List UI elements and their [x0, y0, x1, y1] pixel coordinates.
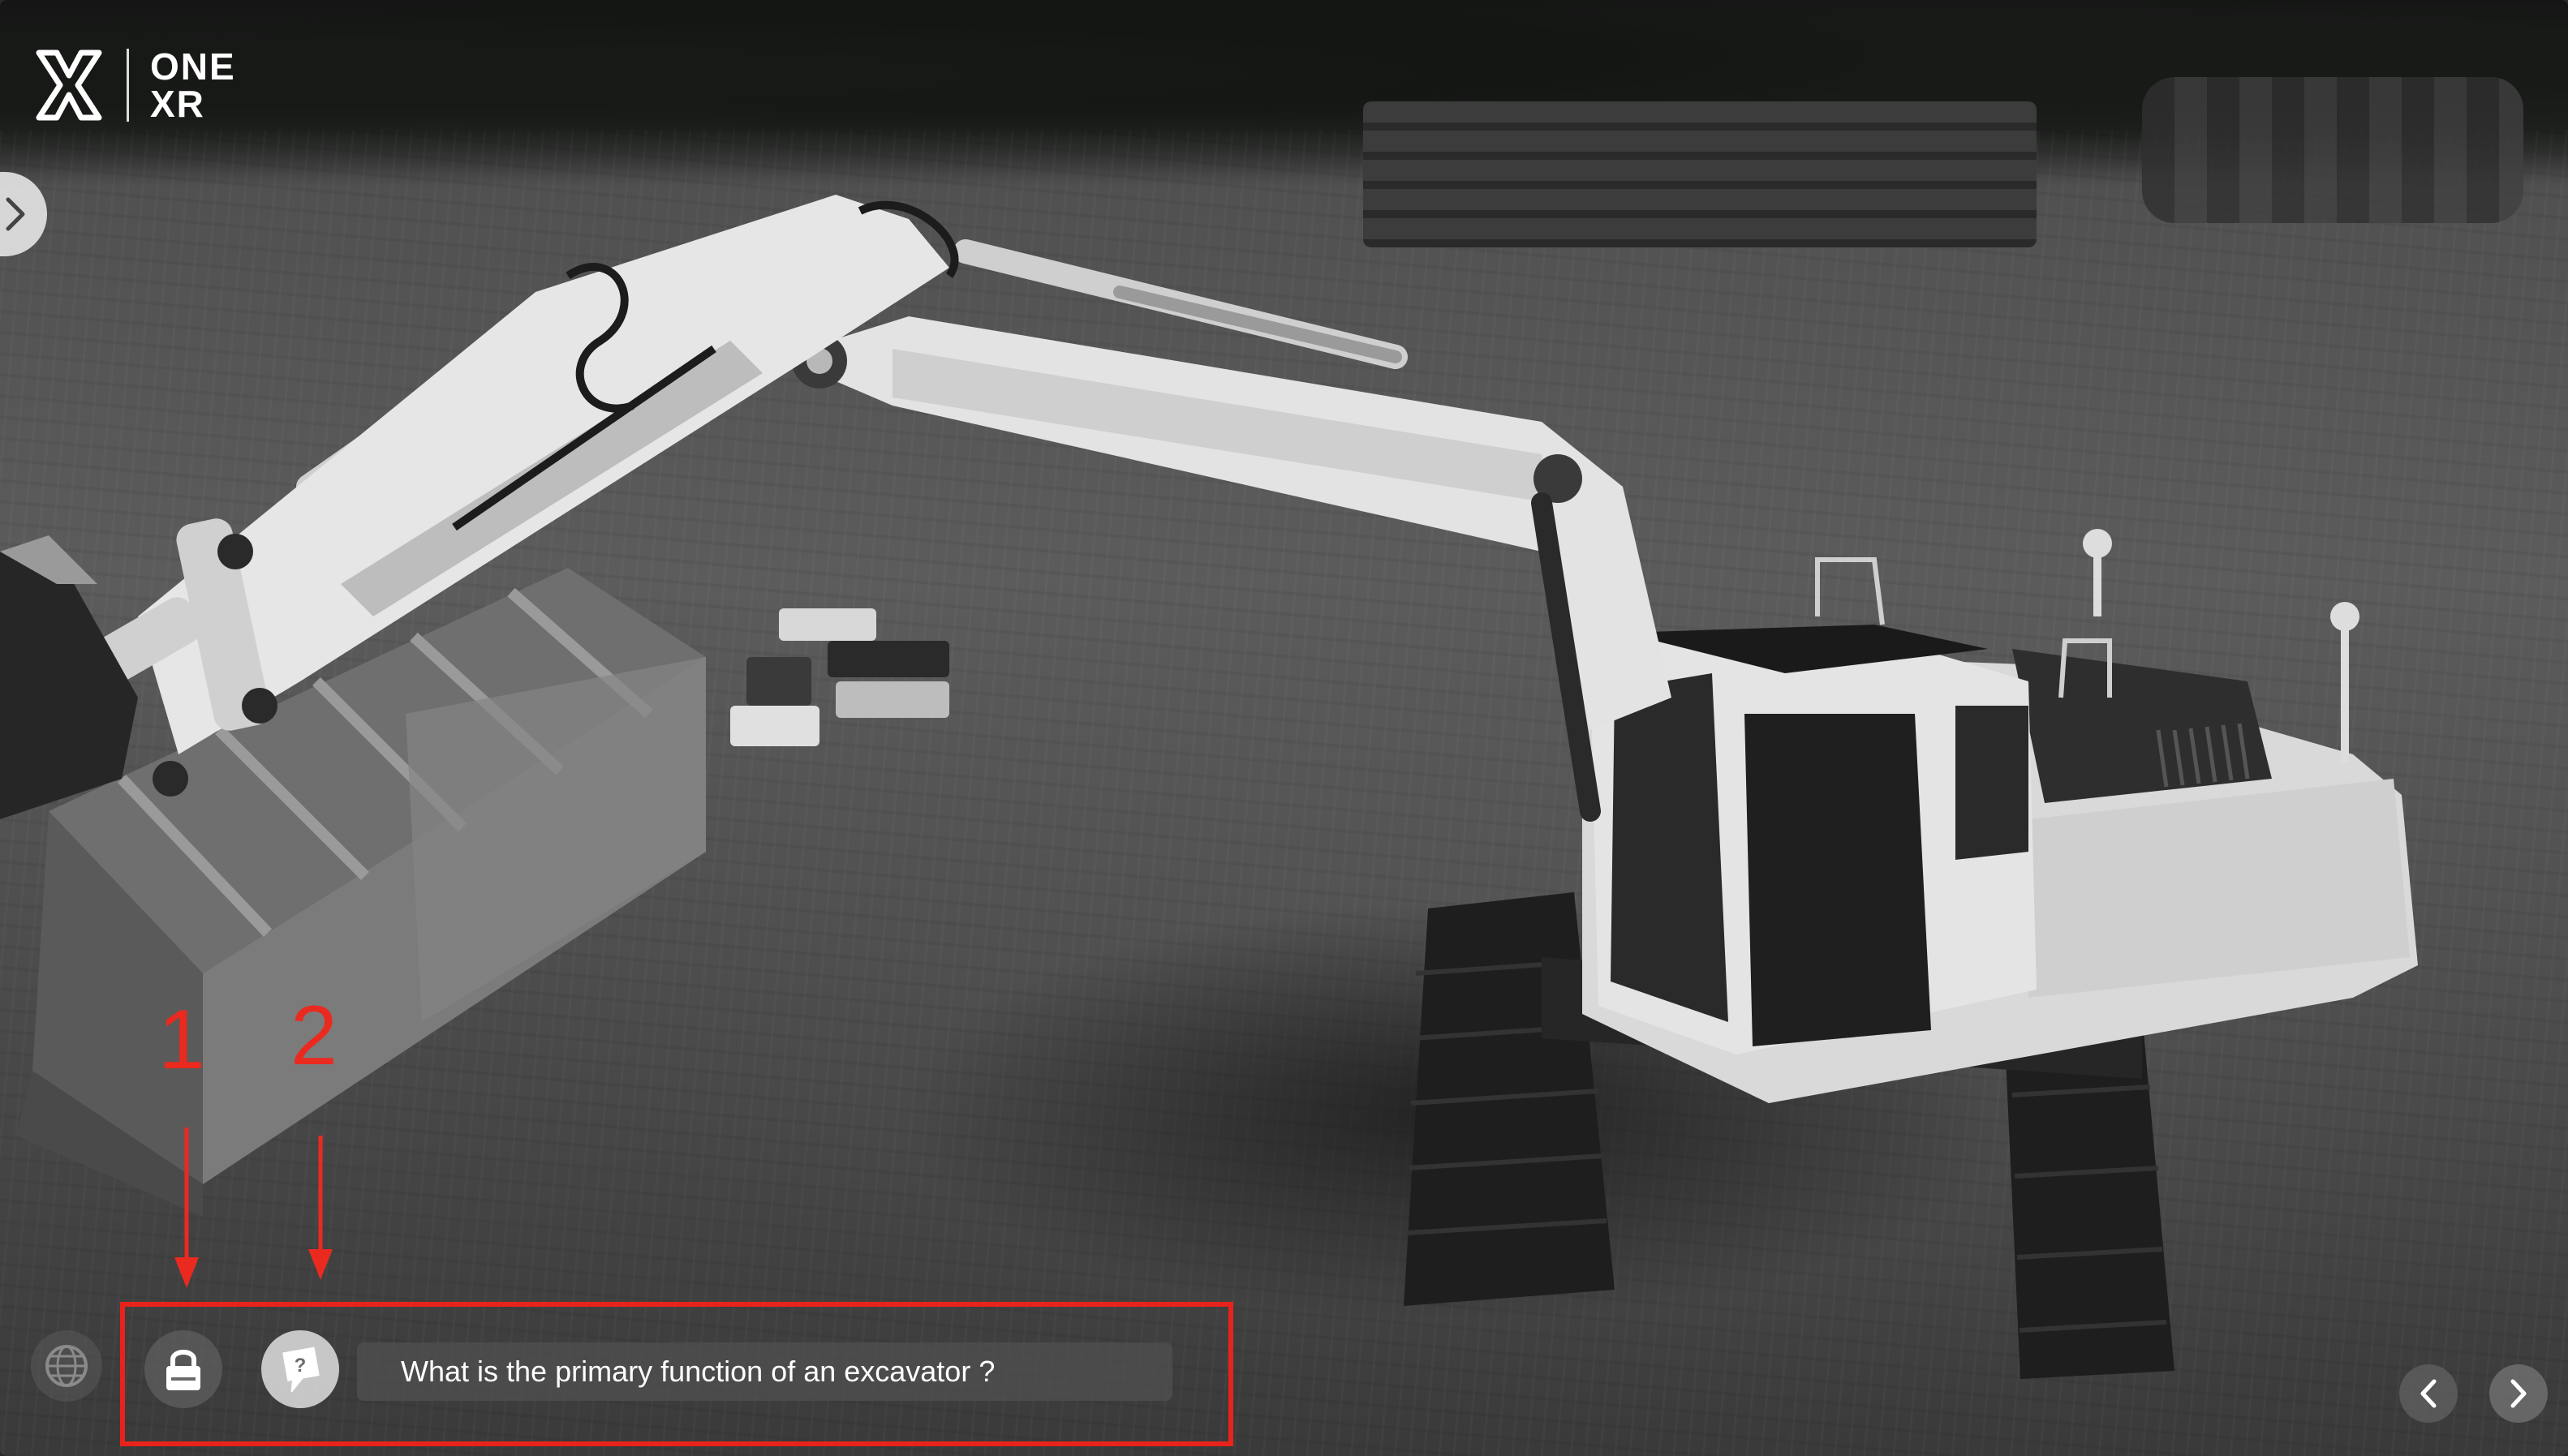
annotation-label-1: 1 [158, 993, 205, 1087]
logo-text-line1: ONE [150, 45, 236, 88]
chevron-right-icon [6, 197, 25, 231]
next-button[interactable] [2489, 1364, 2548, 1423]
globe-icon [45, 1345, 88, 1387]
chevron-right-icon [2510, 1379, 2527, 1408]
logo-divider [127, 49, 129, 122]
language-button[interactable] [31, 1330, 102, 1402]
vr-scene-viewport: ONE XR 1 2 ? What is the primary functio… [0, 0, 2568, 1456]
excavator-model [0, 195, 2418, 1379]
annotation-label-2: 2 [290, 989, 338, 1083]
logo-wordmark: ONE XR [150, 48, 236, 122]
chevron-left-icon [2420, 1379, 2437, 1408]
previous-button[interactable] [2399, 1364, 2458, 1423]
annotation-arrow-1 [174, 1127, 199, 1288]
onexr-logo-icon [36, 49, 102, 121]
app-logo: ONE XR [32, 41, 236, 130]
annotation-arrow-2 [308, 1136, 333, 1280]
logo-text-line2: XR [150, 83, 205, 125]
annotation-highlight-box [120, 1302, 1233, 1446]
